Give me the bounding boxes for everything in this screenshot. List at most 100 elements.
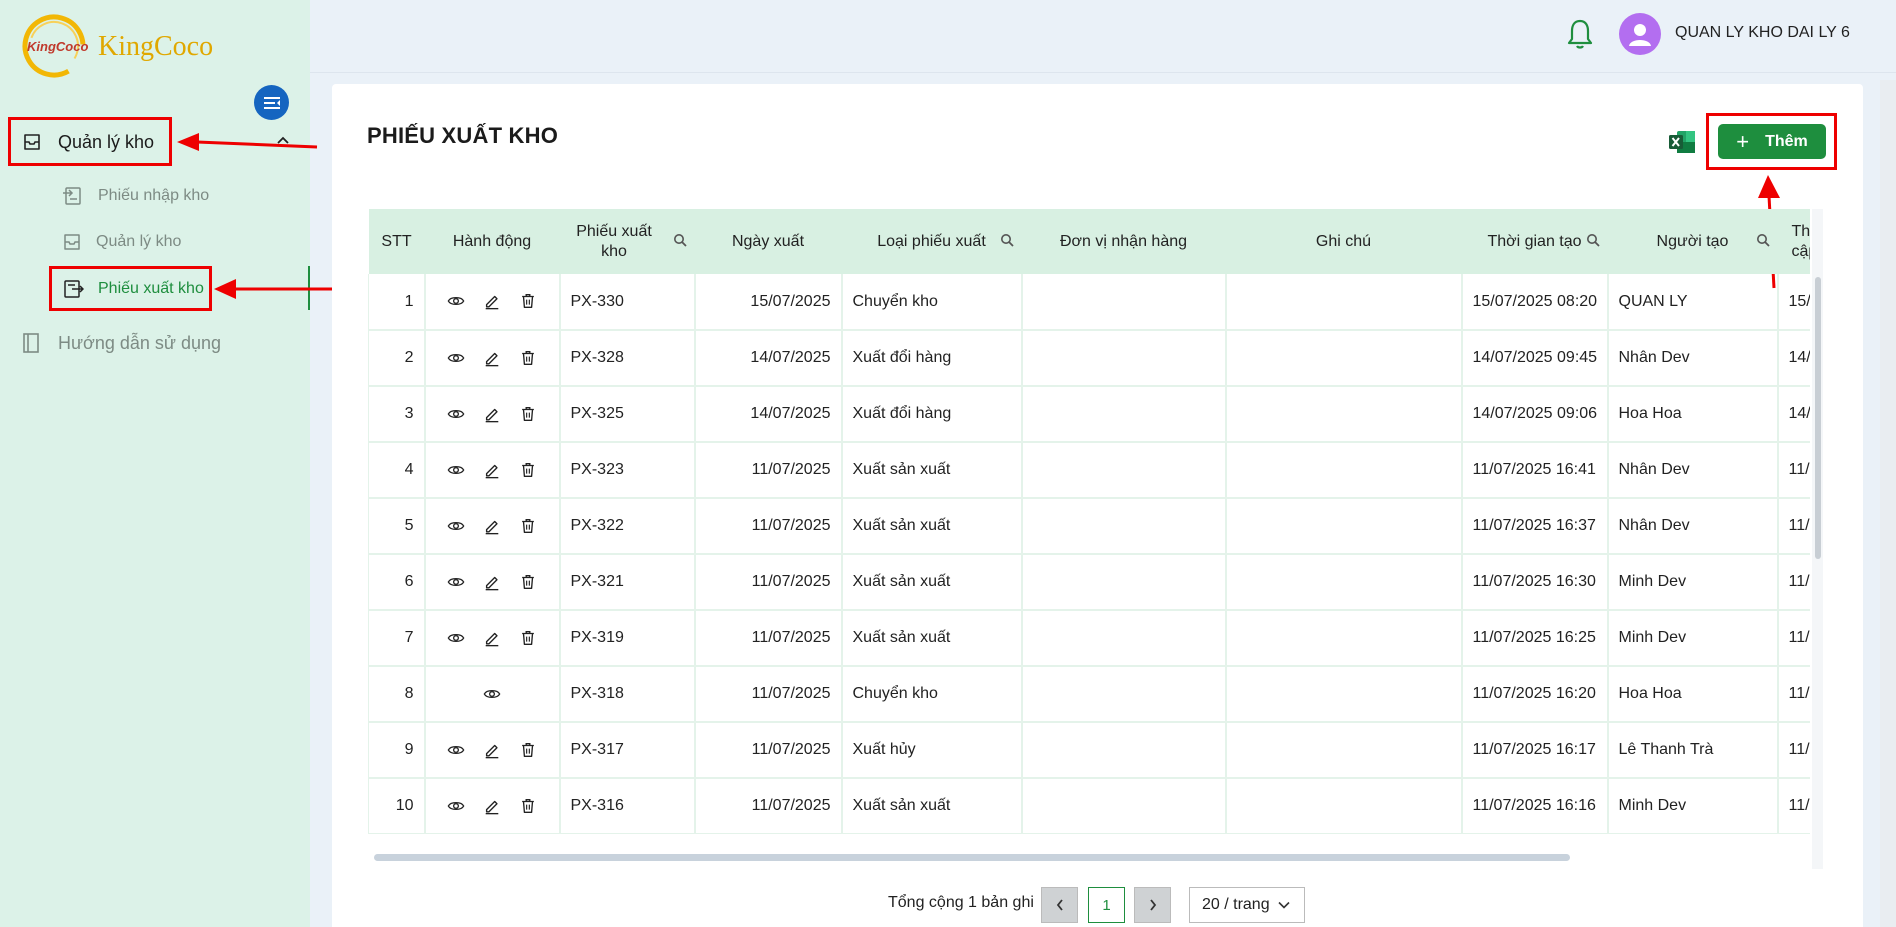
edit-icon[interactable]: [483, 741, 501, 759]
sidebar-item-export[interactable]: Phiếu xuất kho: [0, 266, 310, 312]
table-row[interactable]: 10 PX-316 11/07/2025 Xuất sản xuất 11/07/202…: [368, 778, 1810, 834]
box-icon: [64, 234, 80, 250]
edit-icon[interactable]: [483, 629, 501, 647]
eye-icon[interactable]: [447, 629, 465, 647]
delete-icon[interactable]: [519, 517, 537, 535]
logo[interactable]: KingCoco KingCoco: [20, 10, 213, 78]
table-row[interactable]: 6 PX-321 11/07/2025 Xuất sản xuất 11/07/2025…: [368, 554, 1810, 611]
table-row[interactable]: 2 PX-328 14/07/2025 Xuất đổi hàng 14/07/2025…: [368, 330, 1810, 387]
username[interactable]: QUAN LY KHO DAI LY 6: [1675, 24, 1850, 42]
cell-code: PX-323: [559, 442, 696, 499]
edit-icon[interactable]: [483, 517, 501, 535]
cell-note: [1225, 274, 1463, 331]
cell-stt: 4: [368, 442, 426, 499]
search-icon[interactable]: [1000, 233, 1014, 247]
table-row[interactable]: 1 PX-330 15/07/2025 Chuyển kho 15/07/2025 08…: [368, 274, 1810, 331]
pagination-total: Tổng cộng 1 bản ghi: [888, 894, 1034, 911]
delete-icon[interactable]: [519, 461, 537, 479]
col-header-type[interactable]: Loại phiếu xuất: [841, 209, 1022, 274]
bell-icon[interactable]: [1567, 18, 1593, 50]
eye-icon[interactable]: [447, 573, 465, 591]
cell-type: Xuất sản xuất: [841, 554, 1023, 611]
cell-created: 14/07/2025 09:45: [1461, 330, 1609, 387]
col-header-created[interactable]: Thời gian tạo: [1461, 209, 1608, 274]
cell-date: 14/07/2025: [694, 386, 843, 443]
eye-icon[interactable]: [447, 797, 465, 815]
col-header-code[interactable]: Phiếu xuất kho: [559, 209, 695, 274]
sidebar-item-guide[interactable]: Hướng dẫn sử dụng: [0, 320, 310, 366]
eye-icon[interactable]: [447, 741, 465, 759]
cell-actions: [424, 554, 561, 611]
col-header-stt: STT: [368, 209, 425, 274]
table-vertical-scrollbar[interactable]: [1815, 277, 1821, 559]
prev-page-button[interactable]: [1041, 887, 1078, 923]
eye-icon[interactable]: [447, 292, 465, 310]
edit-icon[interactable]: [483, 349, 501, 367]
cell-created: 14/07/2025 09:06: [1461, 386, 1609, 443]
cell-receiver: [1021, 610, 1227, 667]
edit-icon[interactable]: [483, 797, 501, 815]
search-icon[interactable]: [1756, 233, 1770, 247]
col-header-note: Ghi chú: [1225, 209, 1462, 274]
delete-icon[interactable]: [519, 349, 537, 367]
eye-icon[interactable]: [447, 405, 465, 423]
cell-type: Xuất sản xuất: [841, 442, 1023, 499]
add-button[interactable]: + Thêm: [1718, 124, 1826, 159]
chevron-left-icon: [1056, 899, 1063, 911]
col-header-date: Ngày xuất: [694, 209, 842, 274]
menu-collapse-icon: [263, 96, 280, 109]
export-excel-button[interactable]: [1668, 129, 1696, 160]
col-header-receiver: Đơn vị nhận hàng: [1021, 209, 1226, 274]
sidebar-item-import[interactable]: Phiếu nhập kho: [0, 173, 310, 219]
cell-creator: Hoa Hoa: [1607, 666, 1779, 723]
delete-icon[interactable]: [519, 797, 537, 815]
delete-icon[interactable]: [519, 741, 537, 759]
table-row[interactable]: 4 PX-323 11/07/2025 Xuất sản xuất 11/07/2025…: [368, 442, 1810, 499]
cell-created: 15/07/2025 08:20: [1461, 274, 1609, 331]
delete-icon[interactable]: [519, 629, 537, 647]
table-header-row: STT Hành động Phiếu xuất kho Ngày xuất L…: [368, 209, 1810, 274]
col-header-creator[interactable]: Người tạo: [1607, 209, 1778, 274]
page-number-button[interactable]: 1: [1088, 887, 1125, 923]
page-scrollbar[interactable]: [1880, 80, 1896, 927]
eye-icon[interactable]: [447, 349, 465, 367]
eye-icon[interactable]: [483, 685, 501, 703]
cell-created: 11/07/2025 16:37: [1461, 498, 1609, 555]
cell-receiver: [1021, 778, 1227, 834]
page-size-select[interactable]: 20 / trang: [1189, 887, 1305, 923]
cell-type: Chuyển kho: [841, 274, 1023, 331]
table-row[interactable]: 7 PX-319 11/07/2025 Xuất sản xuất 11/07/2025…: [368, 610, 1810, 667]
table-row[interactable]: 9 PX-317 11/07/2025 Xuất hủy 11/07/2025 16:1…: [368, 722, 1810, 779]
add-button-label: Thêm: [1765, 132, 1808, 150]
edit-icon[interactable]: [483, 405, 501, 423]
cell-receiver: [1021, 442, 1227, 499]
collapse-sidebar-button[interactable]: [254, 85, 289, 120]
cell-creator: Nhân Dev: [1607, 330, 1779, 387]
edit-icon[interactable]: [483, 461, 501, 479]
sidebar-group-warehouse[interactable]: Quản lý kho: [0, 118, 310, 166]
avatar[interactable]: [1619, 13, 1661, 55]
eye-icon[interactable]: [447, 461, 465, 479]
next-page-button[interactable]: [1134, 887, 1171, 923]
cell-date: 11/07/2025: [694, 722, 843, 779]
search-icon[interactable]: [1586, 233, 1600, 247]
cell-note: [1225, 722, 1463, 779]
delete-icon[interactable]: [519, 405, 537, 423]
eye-icon[interactable]: [447, 517, 465, 535]
user-icon: [1629, 24, 1651, 46]
delete-icon[interactable]: [519, 292, 537, 310]
edit-icon[interactable]: [483, 573, 501, 591]
delete-icon[interactable]: [519, 573, 537, 591]
cell-type: Xuất đổi hàng: [841, 386, 1023, 443]
table-horizontal-scrollbar[interactable]: [374, 854, 1570, 861]
sidebar-item-warehouse[interactable]: Quản lý kho: [0, 219, 310, 265]
table-row[interactable]: 8 PX-318 11/07/2025 Chuyển kho 11/07/2025 16…: [368, 666, 1810, 723]
search-icon[interactable]: [673, 233, 687, 247]
cell-type: Xuất sản xuất: [841, 498, 1023, 555]
edit-icon[interactable]: [483, 292, 501, 310]
cell-stt: 1: [368, 274, 426, 331]
cell-actions: [424, 442, 561, 499]
cell-code: PX-328: [559, 330, 696, 387]
table-row[interactable]: 3 PX-325 14/07/2025 Xuất đổi hàng 14/07/2025…: [368, 386, 1810, 443]
table-row[interactable]: 5 PX-322 11/07/2025 Xuất sản xuất 11/07/2025…: [368, 498, 1810, 555]
